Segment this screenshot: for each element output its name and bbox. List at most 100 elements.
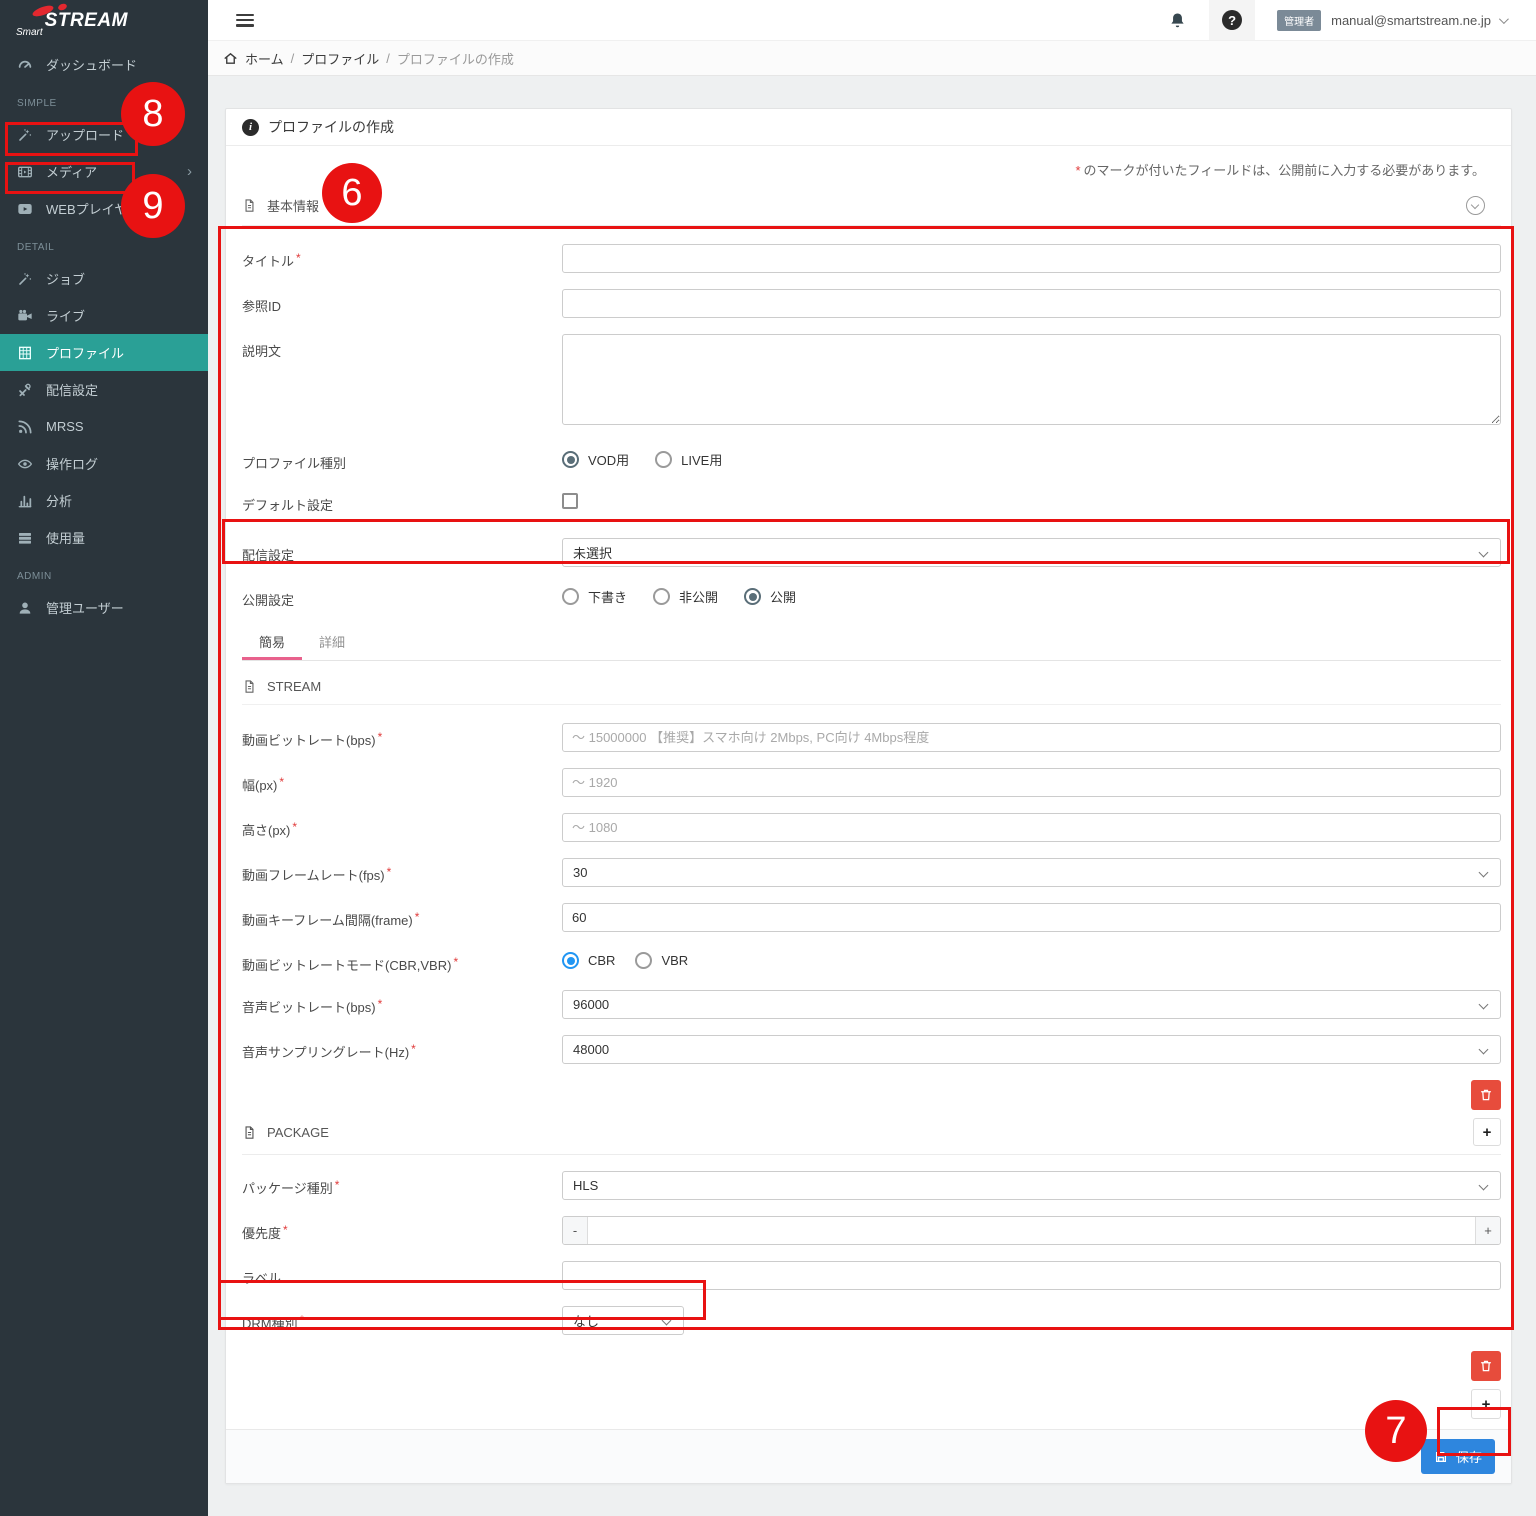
field-row-bitrate-mode: 動画ビットレートモード(CBR,VBR)* CBR VBR bbox=[242, 948, 1511, 974]
field-label: 動画ビットレート(bps)* bbox=[242, 723, 562, 749]
delivery-setting-select[interactable]: 未選択 bbox=[562, 538, 1501, 567]
field-row-label: ラベル bbox=[242, 1261, 1511, 1290]
document-icon bbox=[242, 198, 257, 213]
field-label: タイトル* bbox=[242, 244, 562, 270]
delete-package-button[interactable] bbox=[1471, 1351, 1501, 1381]
sidebar-item-dashboard[interactable]: ダッシュボード bbox=[0, 46, 208, 83]
framerate-select[interactable]: 30 bbox=[562, 858, 1501, 887]
field-row-publish: 公開設定 下書き 非公開 公開 bbox=[242, 583, 1511, 609]
help-icon: ? bbox=[1222, 10, 1242, 30]
breadcrumb-profile[interactable]: プロファイル bbox=[301, 49, 379, 68]
tab-simple[interactable]: 簡易 bbox=[242, 625, 302, 660]
sidebar-item-label: WEBプレイヤー bbox=[46, 199, 140, 218]
sidebar-item-label: プロファイル bbox=[46, 343, 124, 362]
sidebar-item-label: 配信設定 bbox=[46, 380, 98, 399]
field-row-width: 幅(px)* bbox=[242, 768, 1511, 797]
description-textarea[interactable] bbox=[562, 334, 1501, 425]
ref-id-input[interactable] bbox=[562, 289, 1501, 318]
film-icon bbox=[17, 164, 33, 180]
keyframe-input[interactable] bbox=[562, 903, 1501, 932]
decrement-button[interactable]: - bbox=[563, 1217, 588, 1244]
video-bitrate-input[interactable] bbox=[562, 723, 1501, 752]
sidebar-item-admin-users[interactable]: 管理ユーザー bbox=[0, 589, 208, 626]
play-icon bbox=[17, 201, 33, 217]
hamburger-menu-icon[interactable] bbox=[236, 14, 254, 27]
field-label: 優先度* bbox=[242, 1216, 562, 1242]
add-stream-button[interactable]: + bbox=[1471, 1389, 1501, 1419]
radio-cbr[interactable]: CBR bbox=[562, 952, 615, 969]
page-title: プロファイルの作成 bbox=[268, 117, 394, 137]
chevron-down-icon bbox=[1479, 1181, 1489, 1191]
field-label: パッケージ種別* bbox=[242, 1171, 562, 1197]
user-menu[interactable]: manual@smartstream.ne.jp bbox=[1331, 13, 1506, 28]
field-row-description: 説明文 bbox=[242, 334, 1511, 430]
field-row-package-type: パッケージ種別* HLS bbox=[242, 1171, 1511, 1200]
priority-input[interactable] bbox=[588, 1217, 1475, 1244]
breadcrumb-separator: / bbox=[291, 51, 295, 66]
title-input[interactable] bbox=[562, 244, 1501, 273]
delete-stream-button[interactable] bbox=[1471, 1080, 1501, 1110]
field-row-audio-bitrate: 音声ビットレート(bps)* 96000 bbox=[242, 990, 1511, 1019]
bar-chart-icon bbox=[17, 493, 33, 509]
sidebar-item-mrss[interactable]: MRSS bbox=[0, 408, 208, 445]
eye-icon bbox=[17, 456, 33, 472]
drm-type-select[interactable]: なし bbox=[562, 1306, 684, 1335]
chevron-down-icon bbox=[662, 1316, 672, 1326]
field-label: 動画ビットレートモード(CBR,VBR)* bbox=[242, 948, 562, 974]
breadcrumb-home[interactable]: ホーム bbox=[245, 49, 284, 68]
sidebar-item-webplayer[interactable]: WEBプレイヤー bbox=[0, 190, 208, 227]
rss-icon bbox=[17, 419, 33, 435]
field-row-video-bitrate: 動画ビットレート(bps)* bbox=[242, 723, 1511, 752]
notifications-bell-icon[interactable] bbox=[1168, 11, 1187, 30]
package-type-select[interactable]: HLS bbox=[562, 1171, 1501, 1200]
add-package-button[interactable]: + bbox=[1473, 1118, 1501, 1146]
radio-private[interactable]: 非公開 bbox=[653, 587, 718, 606]
collapse-chevron-icon[interactable] bbox=[1466, 196, 1485, 215]
sidebar-item-profile[interactable]: プロファイル bbox=[0, 334, 208, 371]
brand-name: STREAM bbox=[45, 10, 128, 32]
breadcrumb-current: プロファイルの作成 bbox=[397, 49, 514, 68]
radio-vod[interactable]: VOD用 bbox=[562, 450, 629, 469]
sidebar-item-delivery-settings[interactable]: 配信設定 bbox=[0, 371, 208, 408]
default-checkbox[interactable] bbox=[562, 493, 578, 509]
radio-vbr[interactable]: VBR bbox=[635, 952, 688, 969]
sidebar-section-simple: SIMPLE bbox=[0, 83, 208, 116]
sidebar-item-upload[interactable]: アップロード bbox=[0, 116, 208, 153]
sidebar-item-media[interactable]: メディア › bbox=[0, 153, 208, 190]
sidebar-item-usage[interactable]: 使用量 bbox=[0, 519, 208, 556]
required-note: *のマークが付いたフィールドは、公開前に入力する必要があります。 bbox=[242, 160, 1485, 178]
breadcrumb: ホーム / プロファイル / プロファイルの作成 bbox=[208, 40, 1536, 76]
sidebar-item-live[interactable]: ライブ bbox=[0, 297, 208, 334]
floppy-icon bbox=[1434, 1450, 1448, 1464]
field-label: デフォルト設定 bbox=[242, 488, 562, 514]
help-button[interactable]: ? bbox=[1209, 0, 1255, 40]
document-icon bbox=[242, 679, 257, 694]
radio-selected-icon bbox=[562, 451, 579, 468]
save-button[interactable]: 保存 bbox=[1421, 1439, 1495, 1474]
radio-live[interactable]: LIVE用 bbox=[655, 450, 722, 469]
section-basic-info: 基本情報 bbox=[242, 196, 1501, 226]
height-input[interactable] bbox=[562, 813, 1501, 842]
field-row-ref-id: 参照ID bbox=[242, 289, 1511, 318]
radio-public[interactable]: 公開 bbox=[744, 587, 796, 606]
sidebar-item-analytics[interactable]: 分析 bbox=[0, 482, 208, 519]
tab-detail[interactable]: 詳細 bbox=[302, 625, 362, 660]
brand-logo[interactable]: Smart STREAM bbox=[0, 0, 208, 42]
field-label: 参照ID bbox=[242, 289, 562, 315]
tools-icon bbox=[17, 382, 33, 398]
radio-draft[interactable]: 下書き bbox=[562, 587, 627, 606]
width-input[interactable] bbox=[562, 768, 1501, 797]
field-label: DRM種別* bbox=[242, 1306, 562, 1332]
audio-bitrate-select[interactable]: 96000 bbox=[562, 990, 1501, 1019]
radio-icon bbox=[635, 952, 652, 969]
increment-button[interactable]: + bbox=[1475, 1217, 1500, 1244]
sidebar-item-operation-log[interactable]: 操作ログ bbox=[0, 445, 208, 482]
save-button-label: 保存 bbox=[1456, 1447, 1482, 1466]
audio-sampling-select[interactable]: 48000 bbox=[562, 1035, 1501, 1064]
field-label: 音声ビットレート(bps)* bbox=[242, 990, 562, 1016]
label-input[interactable] bbox=[562, 1261, 1501, 1290]
field-row-default: デフォルト設定 bbox=[242, 488, 1511, 514]
sidebar-item-label: 操作ログ bbox=[46, 454, 98, 473]
sidebar-item-job[interactable]: ジョブ bbox=[0, 260, 208, 297]
priority-stepper: - + bbox=[562, 1216, 1501, 1245]
